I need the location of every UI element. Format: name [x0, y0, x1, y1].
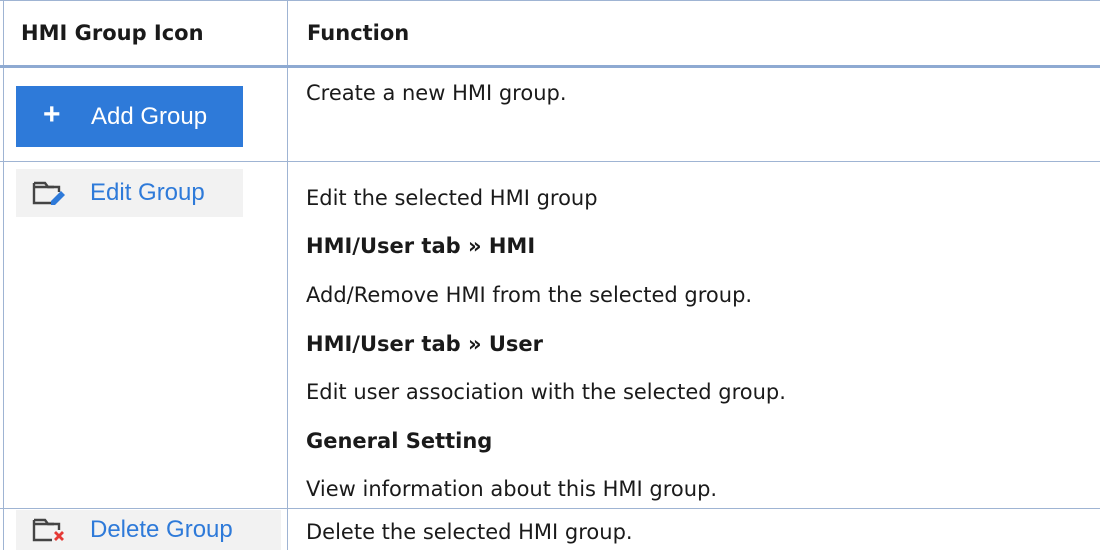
header-icon-column: HMI Group Icon [21, 21, 204, 45]
edit-group-label: Edit Group [90, 179, 205, 206]
left-border [3, 0, 4, 550]
row-divider-1 [0, 161, 1100, 162]
edit-line-2: HMI/User tab » HMI [306, 234, 536, 258]
add-group-description: Create a new HMI group. [306, 81, 567, 105]
top-border [0, 0, 1100, 1]
row-divider-2 [0, 508, 1100, 509]
add-group-button[interactable]: + Add Group [16, 86, 243, 147]
delete-group-description: Delete the selected HMI group. [306, 520, 633, 544]
add-group-label: Add Group [91, 102, 208, 130]
hmi-group-icon-table: HMI Group Icon Function + Add Group Crea… [0, 0, 1100, 550]
edit-line-7: View information about this HMI group. [306, 477, 718, 501]
edit-line-3: Add/Remove HMI from the selected group. [306, 283, 753, 307]
delete-group-button[interactable]: Delete Group [16, 510, 281, 550]
plus-icon: + [43, 97, 61, 131]
edit-line-4: HMI/User tab » User [306, 332, 543, 356]
edit-line-5: Edit user association with the selected … [306, 380, 786, 404]
edit-line-1: Edit the selected HMI group [306, 186, 598, 210]
column-divider [287, 0, 288, 550]
folder-edit-icon [32, 181, 65, 205]
header-divider [0, 65, 1100, 68]
folder-delete-icon [32, 518, 64, 542]
header-function-column: Function [307, 21, 410, 45]
delete-group-label: Delete Group [90, 516, 233, 543]
edit-line-6: General Setting [306, 429, 493, 453]
edit-group-button[interactable]: Edit Group [16, 169, 243, 217]
